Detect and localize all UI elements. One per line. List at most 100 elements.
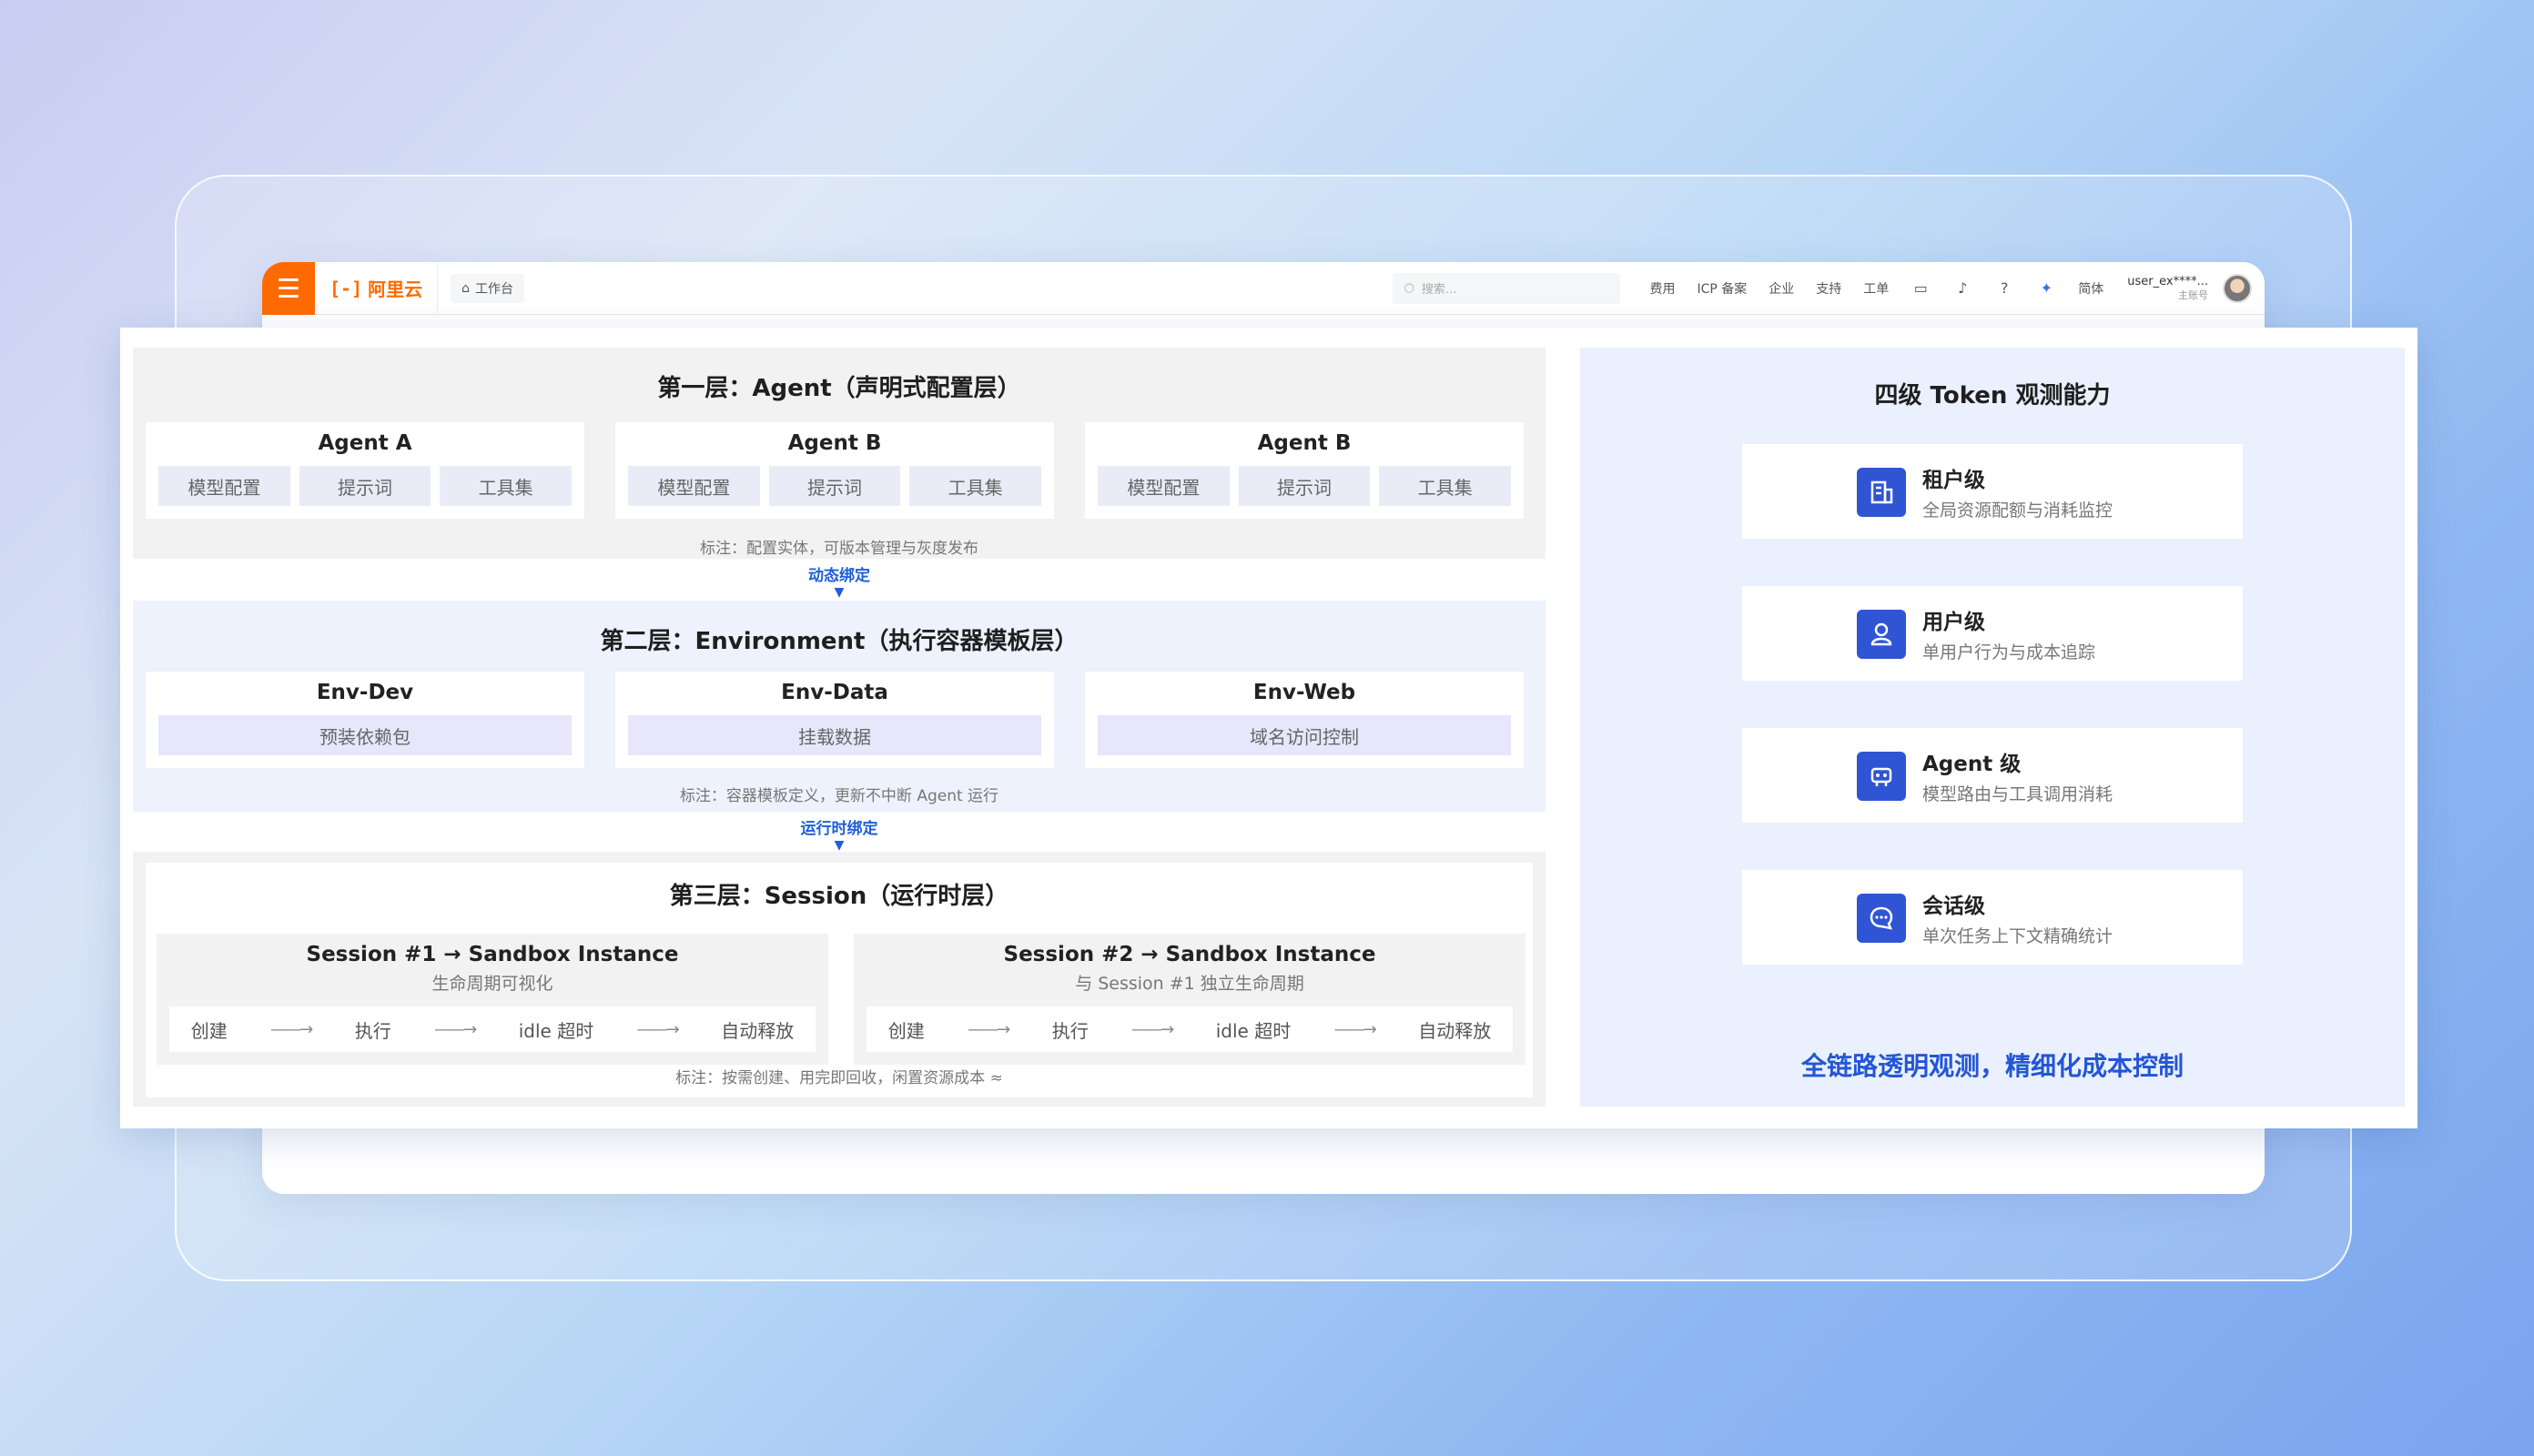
env-title: Env-Data	[781, 681, 888, 704]
env-chip: 域名访问控制	[1098, 715, 1511, 755]
step-auto-release: 自动释放	[1418, 1019, 1492, 1042]
metric-name: Agent 级	[1922, 752, 2022, 776]
session-subtitle: 生命周期可视化	[431, 974, 553, 994]
workbench-label: 工作台	[475, 281, 514, 297]
metric-agent: Agent 级 模型路由与工具调用消耗	[1742, 728, 2243, 823]
metric-desc: 单次任务上下文精确统计	[1922, 925, 2113, 946]
home-icon: ⌂	[461, 280, 471, 296]
step-execute: 执行	[354, 1019, 391, 1042]
env-chip: 预装依赖包	[158, 715, 572, 755]
metric-desc: 模型路由与工具调用消耗	[1922, 784, 2113, 804]
logo-text: 阿里云	[368, 278, 423, 300]
building-icon	[1857, 468, 1906, 517]
metric-desc: 单用户行为与成本追踪	[1922, 642, 2096, 662]
panel-footer: 全链路透明观测，精细化成本控制	[1800, 1051, 2184, 1081]
step-auto-release: 自动释放	[721, 1019, 795, 1042]
user-role: 主账号	[2178, 288, 2208, 301]
search-input[interactable]: ○ 搜索...	[1393, 272, 1621, 304]
agent-title: Agent B	[787, 431, 882, 455]
arrow-right-icon: ——→	[1333, 1019, 1377, 1039]
step-create: 创建	[190, 1019, 228, 1042]
layer-note: 标注：配置实体，可版本管理与灰度发布	[700, 540, 978, 558]
panel-title: 四级 Token 观测能力	[1874, 382, 2111, 410]
logo-icon: [-]	[329, 277, 363, 299]
workbench-link[interactable]: ⌂ 工作台	[451, 273, 525, 303]
layer-note: 标注：容器模板定义，更新不中断 Agent 运行	[679, 787, 999, 805]
step-idle-timeout: idle 超时	[518, 1019, 594, 1042]
env-box: Env-Data 挂载数据	[615, 672, 1054, 768]
bell-icon[interactable]: ♪	[1952, 278, 1972, 298]
metric-name: 会话级	[1922, 894, 1985, 918]
chip-prompt: 提示词	[1238, 466, 1371, 506]
env-box: Env-Web 域名访问控制	[1085, 672, 1524, 768]
chip-toolset: 工具集	[1379, 466, 1512, 506]
agent-box: Agent B 模型配置 提示词 工具集	[1085, 422, 1524, 519]
metric-session: 会话级 单次任务上下文精确统计	[1742, 870, 2243, 965]
arrow-down-icon: ▼	[834, 838, 845, 853]
agent-title: Agent B	[1257, 431, 1352, 455]
search-placeholder: 搜索...	[1421, 283, 1457, 297]
nav-link-icp[interactable]: ICP 备案	[1697, 279, 1747, 298]
arrow-right-icon: ——→	[1131, 1019, 1174, 1039]
token-observability-panel: 四级 Token 观测能力 租户级 全局资源配额与消耗监控 用户级 单用户行为与…	[1580, 348, 2405, 1107]
binding-label: 运行时绑定	[800, 820, 878, 838]
arrow-right-icon: ——→	[434, 1019, 477, 1039]
image-icon[interactable]: ▭	[1911, 278, 1931, 298]
help-icon[interactable]: ?	[1994, 278, 2014, 298]
layer-note: 标注：按需创建、用完即回收，闲置资源成本 ≈	[675, 1069, 1003, 1087]
chip-model-config: 模型配置	[1098, 466, 1230, 506]
nav-link-billing[interactable]: 费用	[1649, 279, 1675, 298]
logo[interactable]: [-] 阿里云	[315, 262, 439, 315]
ai-assistant-icon[interactable]: ✦	[2036, 278, 2056, 298]
binding-runtime: 运行时绑定 ▼	[133, 815, 1546, 853]
session-box: Session #2 → Sandbox Instance 与 Session …	[854, 934, 1525, 1065]
language-switch[interactable]: 简体	[2078, 279, 2103, 298]
search-icon: ○	[1404, 281, 1414, 295]
arrow-down-icon: ▼	[834, 585, 845, 600]
agent-box: Agent B 模型配置 提示词 工具集	[615, 422, 1054, 519]
chat-icon	[1857, 894, 1906, 943]
menu-button[interactable]	[262, 262, 315, 315]
agent-title: Agent A	[318, 431, 412, 455]
env-title: Env-Web	[1252, 681, 1356, 704]
metric-user: 用户级 单用户行为与成本追踪	[1742, 586, 2243, 681]
layer-environment: 第二层：Environment（执行容器模板层） Env-Dev 预装依赖包 E…	[133, 601, 1546, 812]
architecture-diagram: 第一层：Agent（声明式配置层） Agent A 模型配置 提示词 工具集 A…	[120, 328, 2417, 1128]
chip-model-config: 模型配置	[628, 466, 760, 506]
chip-model-config: 模型配置	[158, 466, 290, 506]
metric-name: 用户级	[1922, 610, 1985, 634]
step-idle-timeout: idle 超时	[1215, 1019, 1292, 1042]
step-create: 创建	[887, 1019, 925, 1042]
topbar: [-] 阿里云 ⌂ 工作台 ○ 搜索... 费用 ICP 备案 企业 支持 工单…	[262, 262, 2265, 315]
nav-link-support[interactable]: 支持	[1816, 279, 1841, 298]
arrow-right-icon: ——→	[968, 1019, 1010, 1039]
nav-link-enterprise[interactable]: 企业	[1769, 279, 1794, 298]
binding-dynamic: 动态绑定 ▼	[133, 562, 1546, 600]
user-name: user_ex****...	[2127, 275, 2208, 289]
arrow-right-icon: ——→	[270, 1019, 313, 1039]
metric-name: 租户级	[1922, 468, 1985, 492]
layer-title: 第三层：Session（运行时层）	[669, 883, 1009, 910]
lifecycle-flow: 创建 ——→ 执行 ——→ idle 超时 ——→ 自动释放	[169, 1006, 816, 1052]
env-title: Env-Dev	[316, 681, 414, 704]
binding-label: 动态绑定	[808, 567, 870, 585]
env-chip: 挂载数据	[628, 715, 1041, 755]
arrow-right-icon: ——→	[636, 1019, 680, 1039]
layer-session: 第三层：Session（运行时层） Session #1 → Sandbox I…	[133, 852, 1546, 1107]
session-title: Session #2 → Sandbox Instance	[1003, 943, 1376, 966]
layer-title: 第一层：Agent（声明式配置层）	[657, 375, 1021, 402]
chip-prompt: 提示词	[768, 466, 901, 506]
session-box: Session #1 → Sandbox Instance 生命周期可视化 创建…	[157, 934, 828, 1065]
robot-icon	[1857, 752, 1906, 801]
chip-toolset: 工具集	[440, 466, 573, 506]
layer-agent: 第一层：Agent（声明式配置层） Agent A 模型配置 提示词 工具集 A…	[133, 348, 1546, 559]
metric-tenant: 租户级 全局资源配额与消耗监控	[1742, 444, 2243, 539]
lifecycle-flow: 创建 ——→ 执行 ——→ idle 超时 ——→ 自动释放	[867, 1006, 1513, 1052]
avatar[interactable]	[2223, 273, 2252, 303]
chip-toolset: 工具集	[909, 466, 1042, 506]
user-info[interactable]: user_ex****... 主账号	[2127, 275, 2208, 301]
metric-desc: 全局资源配额与消耗监控	[1922, 500, 2113, 521]
nav-link-ticket[interactable]: 工单	[1863, 279, 1889, 298]
user-icon	[1857, 610, 1906, 659]
layer-title: 第二层：Environment（执行容器模板层）	[600, 628, 1079, 655]
